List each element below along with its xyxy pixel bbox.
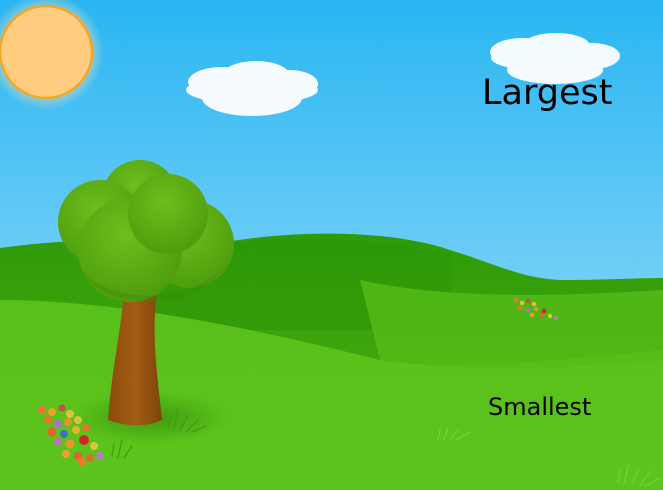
smallest-label[interactable]: Smallest [488,395,591,419]
game-stage: Largest Smallest [0,0,663,490]
largest-label[interactable]: Largest [482,76,612,111]
